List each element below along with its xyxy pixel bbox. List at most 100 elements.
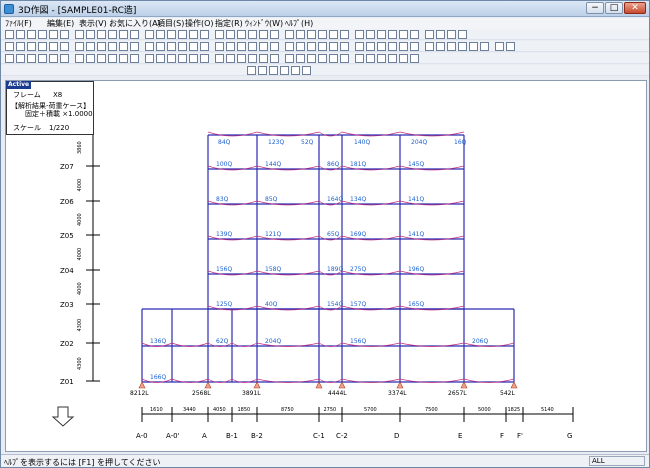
- toolbar-icon[interactable]: [145, 54, 154, 63]
- menu-edit[interactable]: 編集(E): [47, 18, 74, 29]
- toolbar-icon[interactable]: [355, 42, 364, 51]
- toolbar-icon[interactable]: [329, 30, 338, 39]
- toolbar-icon[interactable]: [237, 54, 246, 63]
- menu-file[interactable]: ﾌｧｲﾙ(F): [5, 18, 32, 29]
- toolbar-icon[interactable]: [75, 54, 84, 63]
- toolbar-icon[interactable]: [167, 30, 176, 39]
- toolbar-icon[interactable]: [60, 30, 69, 39]
- toolbar-icon[interactable]: [119, 42, 128, 51]
- menu-items[interactable]: 項目(S): [157, 18, 184, 29]
- toolbar-icon[interactable]: [226, 54, 235, 63]
- toolbar-icon[interactable]: [355, 54, 364, 63]
- toolbar-icon[interactable]: [318, 42, 327, 51]
- toolbar-icon[interactable]: [377, 54, 386, 63]
- toolbar-icon[interactable]: [38, 30, 47, 39]
- toolbar-icon[interactable]: [270, 30, 279, 39]
- toolbar-icon[interactable]: [259, 30, 268, 39]
- toolbar-icon[interactable]: [86, 42, 95, 51]
- toolbar-icon[interactable]: [366, 54, 375, 63]
- toolbar-icon[interactable]: [60, 42, 69, 51]
- toolbar-icon[interactable]: [145, 42, 154, 51]
- toolbar-icon[interactable]: [388, 42, 397, 51]
- toolbar-icon[interactable]: [178, 42, 187, 51]
- toolbar-icon[interactable]: [248, 54, 257, 63]
- toolbar-icon[interactable]: [97, 54, 106, 63]
- toolbar-icon[interactable]: [258, 66, 267, 75]
- toolbar-icon[interactable]: [200, 54, 209, 63]
- toolbar-icon[interactable]: [16, 54, 25, 63]
- toolbar-icon[interactable]: [425, 30, 434, 39]
- toolbar-icon[interactable]: [259, 42, 268, 51]
- drawing-canvas[interactable]: Z07 3860 Z06 4000 Z05 4000 Z04 4000 Z03 4000 Z02 43…: [5, 80, 647, 452]
- toolbar-icon[interactable]: [340, 54, 349, 63]
- toolbar-icon[interactable]: [16, 42, 25, 51]
- toolbar-icon[interactable]: [248, 30, 257, 39]
- toolbar-icon[interactable]: [49, 42, 58, 51]
- toolbar-icon[interactable]: [189, 54, 198, 63]
- toolbar-icon[interactable]: [506, 42, 515, 51]
- toolbar-icon[interactable]: [215, 54, 224, 63]
- toolbar-icon[interactable]: [178, 54, 187, 63]
- toolbar-icon[interactable]: [97, 42, 106, 51]
- toolbar-icon[interactable]: [226, 30, 235, 39]
- toolbar-icon[interactable]: [307, 54, 316, 63]
- toolbar-icon[interactable]: [259, 54, 268, 63]
- toolbar-icon[interactable]: [270, 42, 279, 51]
- toolbar-icon[interactable]: [269, 66, 278, 75]
- toolbar-icon[interactable]: [27, 30, 36, 39]
- toolbar-icon[interactable]: [366, 30, 375, 39]
- toolbar-icon[interactable]: [237, 30, 246, 39]
- toolbar-icon[interactable]: [469, 42, 478, 51]
- toolbar-icon[interactable]: [388, 54, 397, 63]
- toolbar-icon[interactable]: [307, 42, 316, 51]
- toolbar-icon[interactable]: [307, 30, 316, 39]
- toolbar-icon[interactable]: [156, 54, 165, 63]
- active-tag[interactable]: Active: [6, 81, 32, 89]
- toolbar-icon[interactable]: [60, 54, 69, 63]
- toolbar-icon[interactable]: [399, 42, 408, 51]
- minimize-button[interactable]: −: [586, 2, 604, 14]
- toolbar-icon[interactable]: [108, 54, 117, 63]
- toolbar-icon[interactable]: [495, 42, 504, 51]
- toolbar-icon[interactable]: [425, 42, 434, 51]
- toolbar-icon[interactable]: [5, 54, 14, 63]
- toolbar-icon[interactable]: [75, 30, 84, 39]
- toolbar-icon[interactable]: [108, 42, 117, 51]
- menu-specify[interactable]: 指定(R): [215, 18, 243, 29]
- menu-help[interactable]: ﾍﾙﾌﾟ(H): [285, 18, 313, 29]
- toolbar-icon[interactable]: [49, 54, 58, 63]
- toolbar-icon[interactable]: [200, 30, 209, 39]
- toolbar-icon[interactable]: [410, 54, 419, 63]
- toolbar-icon[interactable]: [248, 42, 257, 51]
- toolbar-icon[interactable]: [447, 42, 456, 51]
- toolbar-icon[interactable]: [130, 30, 139, 39]
- toolbar-icon[interactable]: [318, 54, 327, 63]
- toolbar-icon[interactable]: [436, 30, 445, 39]
- toolbar-icon[interactable]: [97, 30, 106, 39]
- toolbar-icon[interactable]: [366, 42, 375, 51]
- toolbar-icon[interactable]: [215, 42, 224, 51]
- toolbar-icon[interactable]: [189, 42, 198, 51]
- toolbar-icon[interactable]: [200, 42, 209, 51]
- toolbar-icon[interactable]: [296, 54, 305, 63]
- toolbar-icon[interactable]: [458, 30, 467, 39]
- toolbar-icon[interactable]: [388, 30, 397, 39]
- toolbar-icon[interactable]: [285, 54, 294, 63]
- maximize-button[interactable]: □: [605, 2, 623, 14]
- toolbar-icon[interactable]: [318, 30, 327, 39]
- menu-favorites[interactable]: お気に入り(A): [109, 18, 161, 29]
- toolbar-icon[interactable]: [377, 42, 386, 51]
- toolbar-icon[interactable]: [296, 30, 305, 39]
- toolbar-icon[interactable]: [280, 66, 289, 75]
- toolbar-icon[interactable]: [458, 42, 467, 51]
- toolbar-icon[interactable]: [377, 30, 386, 39]
- toolbar-icon[interactable]: [86, 30, 95, 39]
- toolbar-icon[interactable]: [399, 54, 408, 63]
- toolbar-icon[interactable]: [436, 42, 445, 51]
- toolbar-icon[interactable]: [16, 30, 25, 39]
- toolbar-icon[interactable]: [399, 30, 408, 39]
- toolbar-icon[interactable]: [480, 42, 489, 51]
- toolbar-icon[interactable]: [340, 30, 349, 39]
- toolbar-icon[interactable]: [285, 42, 294, 51]
- toolbar-icon[interactable]: [119, 54, 128, 63]
